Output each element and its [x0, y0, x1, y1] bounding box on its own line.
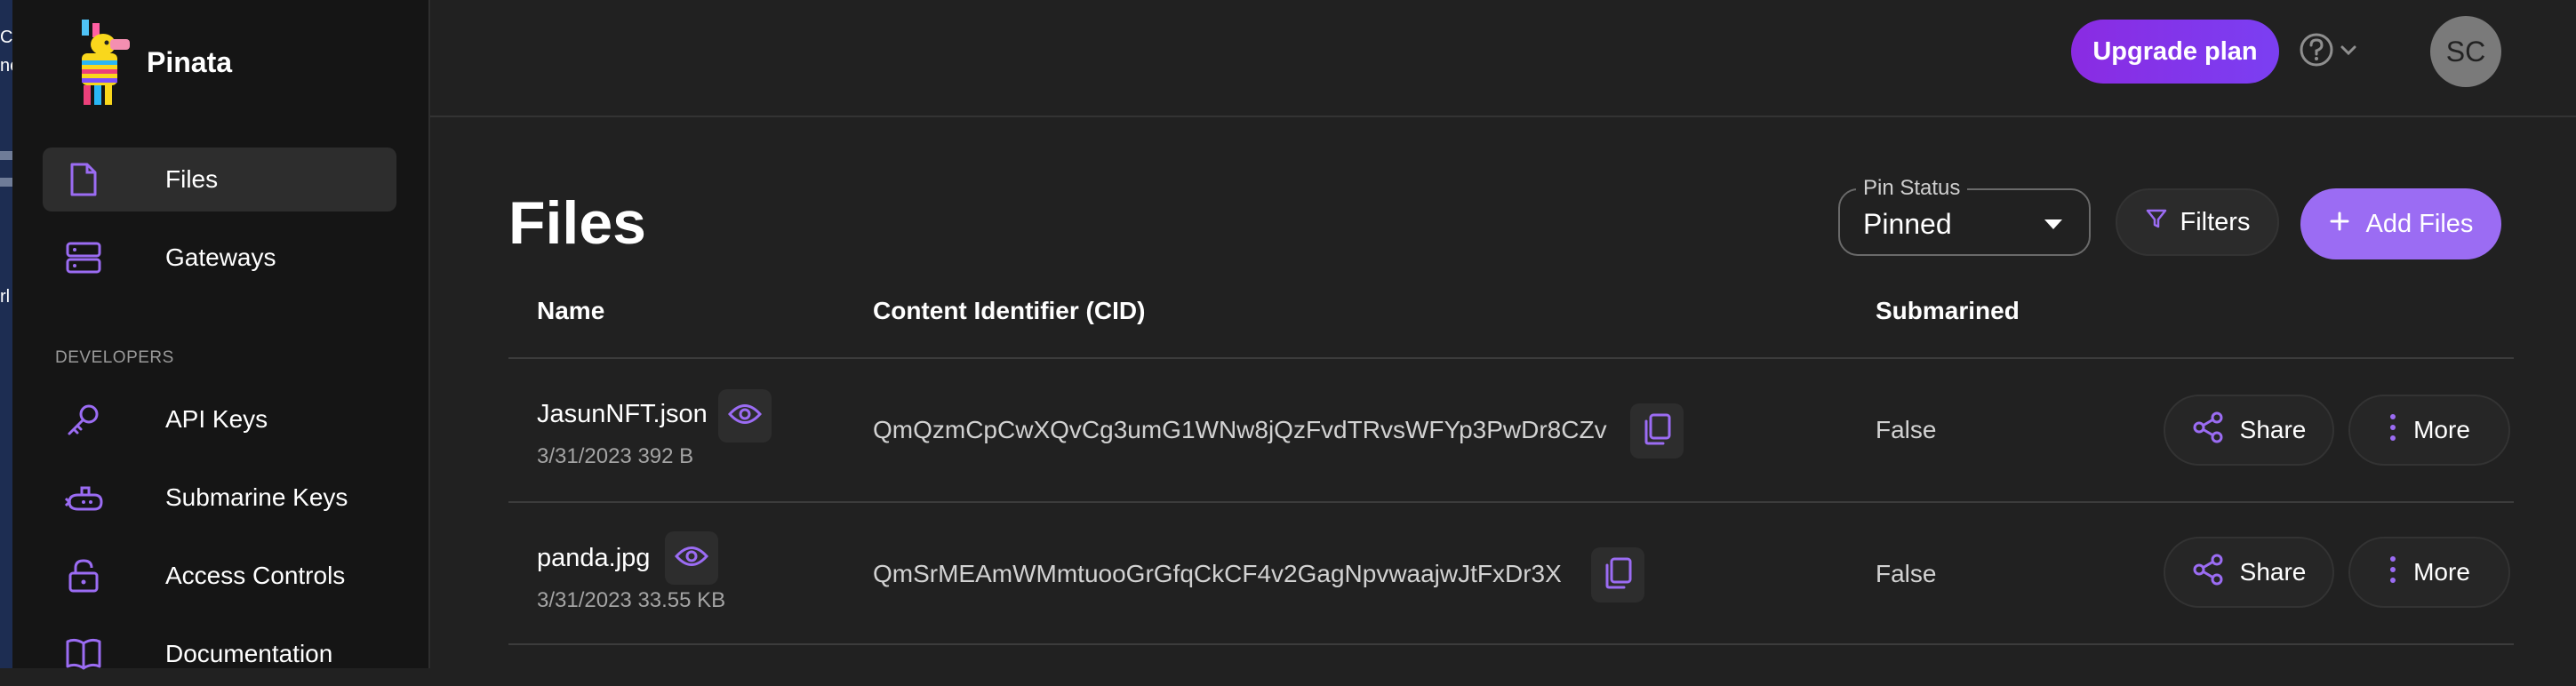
file-meta: 3/31/2023 33.55 KB: [537, 588, 726, 612]
sidebar-item-gateways[interactable]: Gateways: [43, 226, 396, 290]
copy-cid-button[interactable]: [1591, 547, 1644, 602]
table-row[interactable]: panda.jpg 3/31/2023 33.55 KB QmSrMEAmWMm…: [508, 503, 2514, 645]
column-header-cid[interactable]: Content Identifier (CID): [873, 297, 1145, 325]
copy-cid-button[interactable]: [1630, 403, 1684, 459]
section-heading-developers: DEVELOPERS: [55, 348, 174, 367]
key-icon: [64, 400, 103, 439]
strip-mark: [0, 178, 12, 187]
help-menu[interactable]: [2299, 30, 2363, 73]
share-icon: [2192, 411, 2224, 450]
pin-status-select[interactable]: Pin Status Pinned: [1838, 176, 2091, 256]
question-icon: [2299, 32, 2334, 72]
avatar[interactable]: SC: [2430, 16, 2501, 87]
strip-fragment: rl: [0, 287, 11, 307]
column-header-name[interactable]: Name: [537, 297, 604, 325]
file-icon: [64, 160, 103, 199]
sidebar-item-files[interactable]: Files: [43, 148, 396, 211]
more-label: More: [2413, 416, 2470, 443]
file-name[interactable]: panda.jpg: [537, 544, 650, 573]
table-divider: [508, 643, 2514, 645]
preview-button[interactable]: [718, 389, 772, 443]
page-title: Files: [508, 189, 646, 257]
sidebar-item-label: Gateways: [165, 243, 276, 271]
column-header-submarined[interactable]: Submarined: [1876, 297, 2020, 325]
share-icon: [2192, 554, 2224, 592]
add-files-button[interactable]: Add Files: [2300, 188, 2501, 259]
filter-icon: [2145, 207, 2168, 237]
sidebar: Pinata Files Gateways DEVELOPERS API Key…: [12, 0, 430, 670]
share-button[interactable]: Share: [2164, 395, 2334, 466]
submarined-value: False: [1876, 560, 1937, 587]
pin-status-legend: Pin Status: [1856, 176, 1968, 201]
file-meta: 3/31/2023 392 B: [537, 444, 694, 468]
preview-button[interactable]: [665, 531, 718, 585]
share-label: Share: [2239, 558, 2307, 586]
add-files-label: Add Files: [2365, 209, 2474, 238]
share-label: Share: [2239, 416, 2307, 443]
sidebar-item-submarine-keys[interactable]: Submarine Keys: [43, 466, 396, 530]
submarine-icon: [64, 478, 103, 517]
submarined-value: False: [1876, 416, 1937, 443]
plus-icon: [2329, 210, 2350, 239]
sidebar-item-access-controls[interactable]: Access Controls: [43, 544, 396, 608]
lock-icon: [64, 556, 103, 595]
share-button[interactable]: Share: [2164, 537, 2334, 608]
chevron-down-icon: [2340, 44, 2357, 60]
file-name[interactable]: JasunNFT.json: [537, 400, 708, 429]
strip-mark: [0, 151, 12, 160]
copy-icon: [1603, 556, 1633, 594]
background-window-strip: C ne rl: [0, 0, 20, 668]
caret-down-icon: [2044, 219, 2062, 229]
book-icon: [64, 634, 103, 674]
sidebar-item-api-keys[interactable]: API Keys: [43, 387, 396, 451]
copy-icon: [1642, 412, 1672, 451]
more-button[interactable]: More: [2348, 395, 2510, 466]
filters-button[interactable]: Filters: [2116, 188, 2279, 256]
eye-icon: [727, 403, 763, 430]
upgrade-plan-button[interactable]: Upgrade plan: [2071, 20, 2279, 84]
sidebar-item-documentation[interactable]: Documentation: [43, 622, 396, 686]
brand-name[interactable]: Pinata: [147, 46, 232, 79]
more-vertical-icon: [2388, 413, 2397, 448]
sidebar-item-label: Access Controls: [165, 562, 346, 589]
cid-value: QmQzmCpCwXQvCg3umG1WNw8jQzFvdTRvsWFYp3Pw…: [873, 416, 1607, 443]
more-label: More: [2413, 558, 2470, 586]
pin-status-value: Pinned: [1863, 208, 1952, 240]
more-button[interactable]: More: [2348, 537, 2510, 608]
more-vertical-icon: [2388, 555, 2397, 590]
strip-fragment: C: [0, 28, 13, 47]
sidebar-item-label: Documentation: [165, 640, 333, 667]
table-row[interactable]: JasunNFT.json 3/31/2023 392 B QmQzmCpCwX…: [508, 359, 2514, 501]
eye-icon: [674, 545, 709, 572]
sidebar-item-label: Submarine Keys: [165, 483, 348, 511]
sidebar-item-label: API Keys: [165, 405, 268, 433]
cid-value: QmSrMEAmWMmtuooGrGfqCkCF4v2GagNpvwaajwJt…: [873, 560, 1562, 587]
sidebar-item-label: Files: [165, 165, 219, 193]
pinata-logo[interactable]: [73, 20, 146, 108]
filters-label: Filters: [2180, 207, 2251, 236]
server-icon: [64, 238, 103, 277]
